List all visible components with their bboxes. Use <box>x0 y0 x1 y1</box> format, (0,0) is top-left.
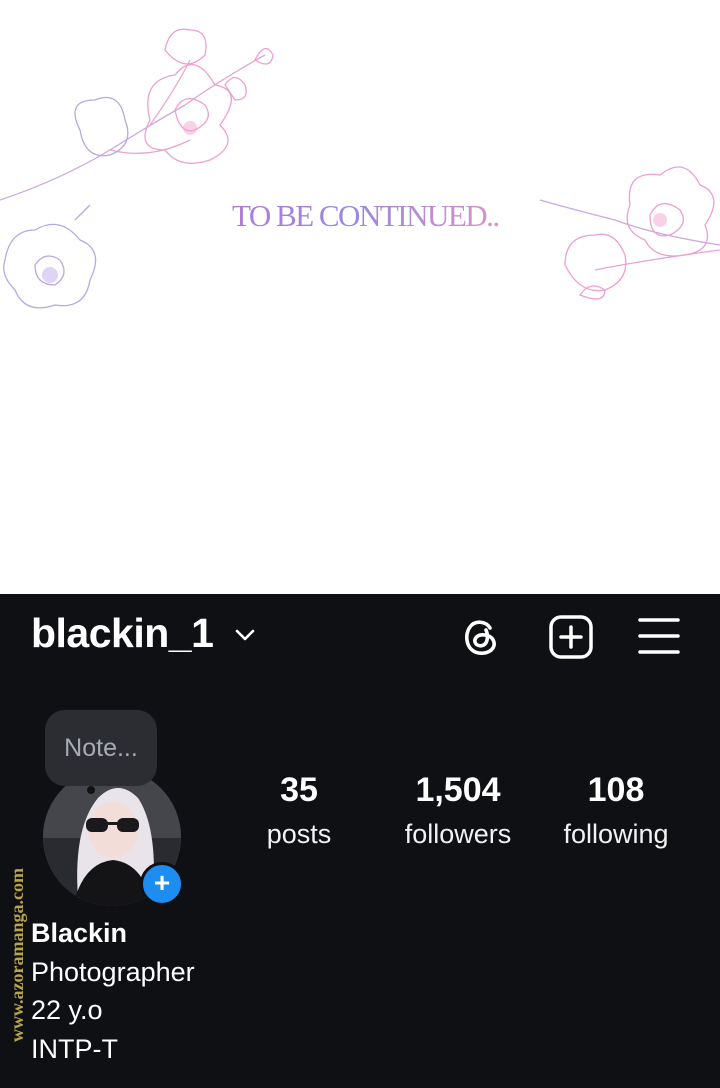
following-label: following <box>563 819 669 849</box>
to-be-continued-caption: TO BE CONTINUED.. <box>232 198 500 233</box>
plus-square-icon[interactable] <box>548 614 594 660</box>
chevron-down-icon[interactable] <box>234 628 256 642</box>
username-title[interactable]: blackin_1 <box>31 610 214 657</box>
following-stat[interactable]: 108 following <box>552 770 680 858</box>
followers-stat[interactable]: 1,504 followers <box>394 770 522 858</box>
bio-line: Photographer <box>31 956 195 987</box>
posts-label: posts <box>266 819 332 849</box>
add-story-button[interactable]: + <box>140 862 184 906</box>
posts-count: 35 <box>280 771 318 809</box>
followers-label: followers <box>404 819 512 849</box>
flower-branch-left-illustration <box>0 28 274 309</box>
flower-branch-right-illustration <box>539 166 720 300</box>
bio-line: INTP-T <box>31 1033 118 1064</box>
bio-line: 22 y.o <box>31 995 103 1025</box>
following-count: 108 <box>587 771 645 809</box>
followers-count: 1,504 <box>415 771 501 809</box>
hamburger-menu-icon[interactable] <box>638 616 680 656</box>
note-bubble[interactable]: Note... <box>45 710 157 786</box>
threads-icon[interactable] <box>460 614 502 658</box>
manga-panel: TO BE CONTINUED.. <box>0 0 720 594</box>
site-watermark: www.azoramanga.com <box>7 868 27 1042</box>
display-name: Blackin <box>31 918 128 948</box>
posts-stat[interactable]: 35 posts <box>249 770 349 858</box>
profile-screen: blackin_1 Note... + 35 posts 1,504 follo… <box>0 594 720 1088</box>
profile-bio: Blackin Photographer 22 y.o INTP-T <box>31 914 195 1068</box>
